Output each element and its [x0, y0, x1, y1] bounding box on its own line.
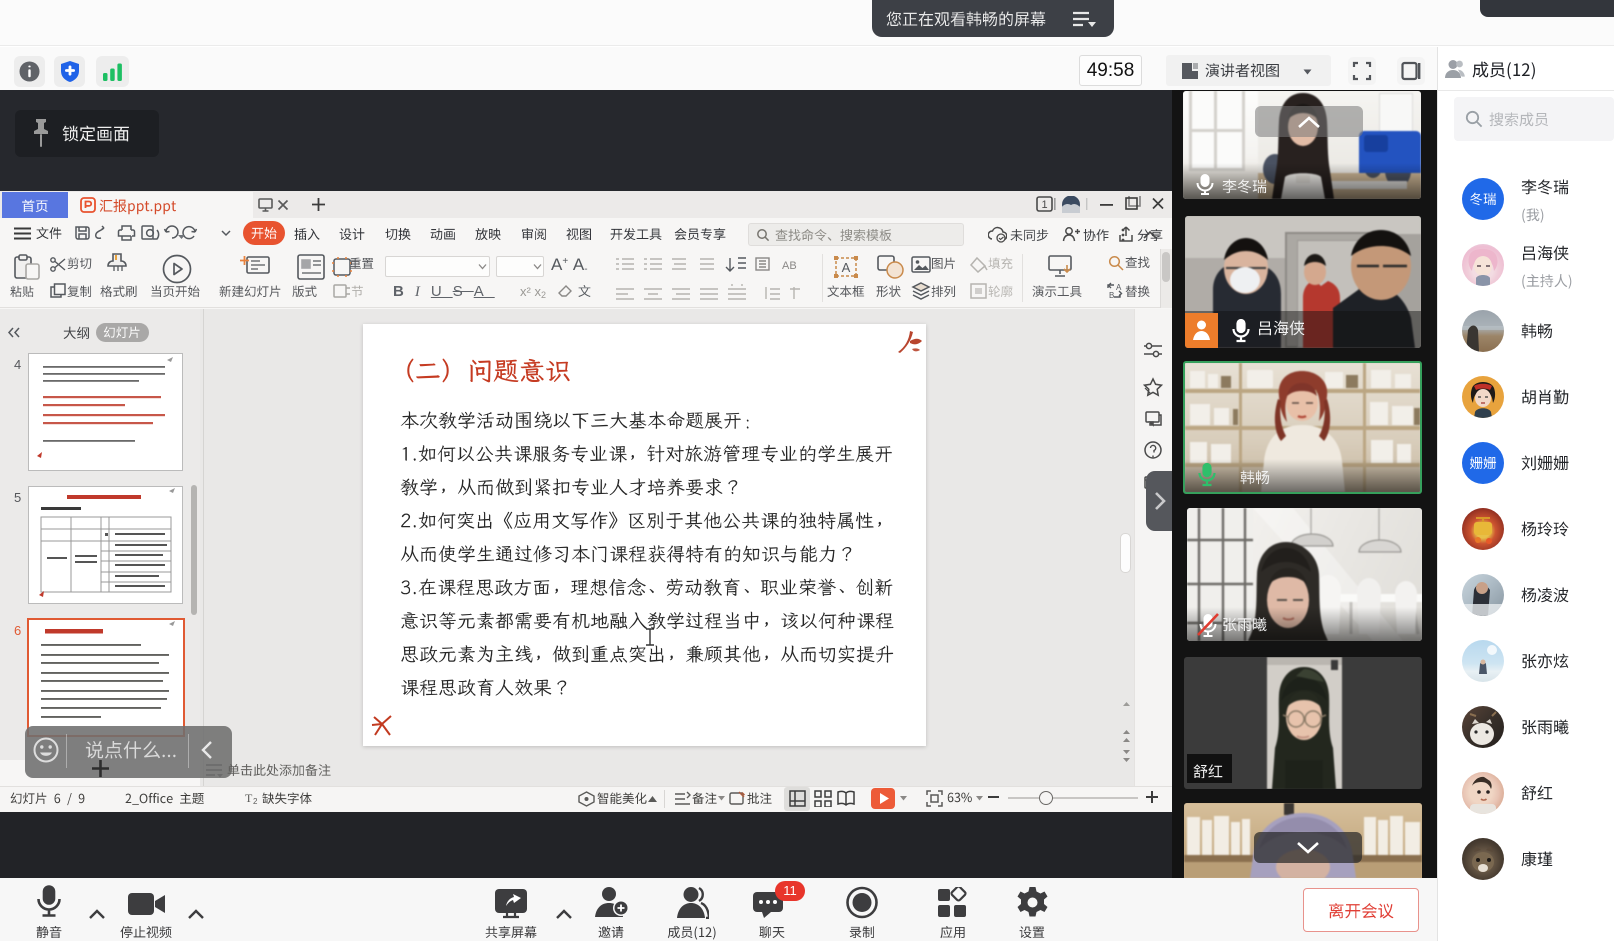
svg-text:2: 2	[253, 797, 258, 805]
svg-text:T: T	[245, 791, 253, 805]
svg-text:A: A	[1116, 283, 1122, 292]
svg-text:AB: AB	[782, 260, 797, 272]
svg-text:B: B	[1109, 291, 1114, 300]
svg-text:A: A	[842, 260, 851, 275]
svg-text:1: 1	[1041, 199, 1047, 211]
